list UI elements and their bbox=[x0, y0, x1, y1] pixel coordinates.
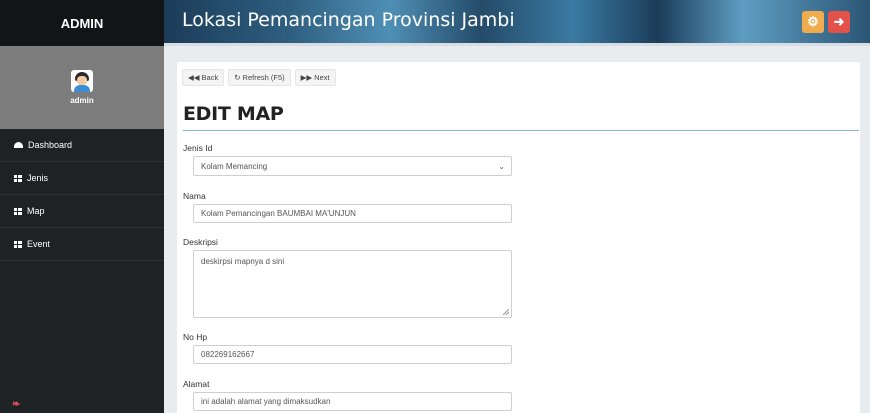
table-icon bbox=[14, 207, 22, 215]
brand-title: ADMIN bbox=[0, 0, 164, 46]
back-label: Back bbox=[201, 73, 219, 82]
resize-handle-icon[interactable] bbox=[503, 309, 509, 315]
arrow-right-icon: ➜ bbox=[833, 14, 845, 29]
nohp-label: No Hp bbox=[183, 332, 208, 342]
nohp-input[interactable]: 082269162667 bbox=[193, 345, 512, 364]
table-icon bbox=[14, 174, 22, 182]
sidebar-item-label: Jenis bbox=[27, 173, 49, 183]
sidebar-item-label: Map bbox=[27, 206, 45, 216]
app-title: Lokasi Pemancingan Provinsi Jambi bbox=[182, 9, 515, 31]
refresh-icon: ↻ bbox=[234, 73, 241, 82]
nohp-value: 082269162667 bbox=[201, 350, 255, 359]
sidebar-item-label: Dashboard bbox=[28, 140, 73, 150]
jenis-label: Jenis Id bbox=[183, 143, 213, 153]
title-divider bbox=[183, 130, 859, 131]
alamat-label: Alamat bbox=[183, 379, 210, 389]
avatar bbox=[71, 70, 93, 92]
jenis-value: Kolam Memancing bbox=[201, 161, 268, 171]
deskripsi-textarea[interactable]: deskirpsi mapnya d sini bbox=[193, 250, 512, 318]
sidebar-item-map[interactable]: Map bbox=[0, 195, 164, 228]
refresh-button[interactable]: ↻ Refresh (F5) bbox=[228, 69, 291, 86]
alamat-input[interactable]: ini adalah alamat yang dimaksudkan bbox=[193, 392, 512, 411]
toolbar: ◀◀ Back ↻ Refresh (F5) ▶▶ Next bbox=[182, 69, 336, 86]
page-title: EDIT MAP bbox=[183, 103, 284, 125]
nama-label: Nama bbox=[183, 191, 206, 201]
user-profile: admin bbox=[0, 46, 164, 129]
deskripsi-label: Deskripsi bbox=[183, 237, 218, 247]
dashboard-icon bbox=[14, 142, 23, 148]
sidebar-item-dashboard[interactable]: Dashboard bbox=[0, 129, 164, 162]
gear-icon: ⚙ bbox=[807, 14, 819, 29]
alamat-value: ini adalah alamat yang dimaksudkan bbox=[201, 397, 331, 406]
settings-button[interactable]: ⚙ bbox=[802, 11, 824, 33]
next-label: Next bbox=[314, 73, 330, 82]
nama-input[interactable]: Kolam Pemancingan BAUMBAI MA'UNJUN bbox=[193, 204, 512, 223]
sidebar-item-event[interactable]: Event bbox=[0, 228, 164, 261]
logout-button[interactable]: ➜ bbox=[828, 11, 850, 33]
main-panel: ◀◀ Back ↻ Refresh (F5) ▶▶ Next EDIT MAP … bbox=[177, 62, 860, 413]
chevron-down-icon: ⌄ bbox=[498, 161, 505, 171]
corner-logo-icon: ❧ bbox=[12, 399, 21, 410]
sidebar: ADMIN admin Dashboard Jenis Map Event ❧ bbox=[0, 0, 164, 413]
sidebar-menu: Dashboard Jenis Map Event bbox=[0, 129, 164, 261]
jenis-select[interactable]: Kolam Memancing ⌄ bbox=[193, 156, 512, 176]
backward-icon: ◀◀ bbox=[188, 73, 200, 82]
deskripsi-value: deskirpsi mapnya d sini bbox=[201, 257, 285, 266]
forward-icon: ▶▶ bbox=[300, 73, 313, 82]
sidebar-item-label: Event bbox=[27, 239, 51, 249]
next-button[interactable]: ▶▶ Next bbox=[294, 69, 336, 86]
table-icon bbox=[14, 240, 22, 248]
sidebar-item-jenis[interactable]: Jenis bbox=[0, 162, 164, 195]
header-divider bbox=[164, 43, 870, 46]
header-banner: Lokasi Pemancingan Provinsi Jambi ⚙ ➜ bbox=[164, 0, 870, 46]
username: admin bbox=[70, 96, 94, 105]
back-button[interactable]: ◀◀ Back bbox=[182, 69, 225, 86]
refresh-label: Refresh (F5) bbox=[242, 73, 285, 82]
nama-value: Kolam Pemancingan BAUMBAI MA'UNJUN bbox=[201, 209, 356, 218]
